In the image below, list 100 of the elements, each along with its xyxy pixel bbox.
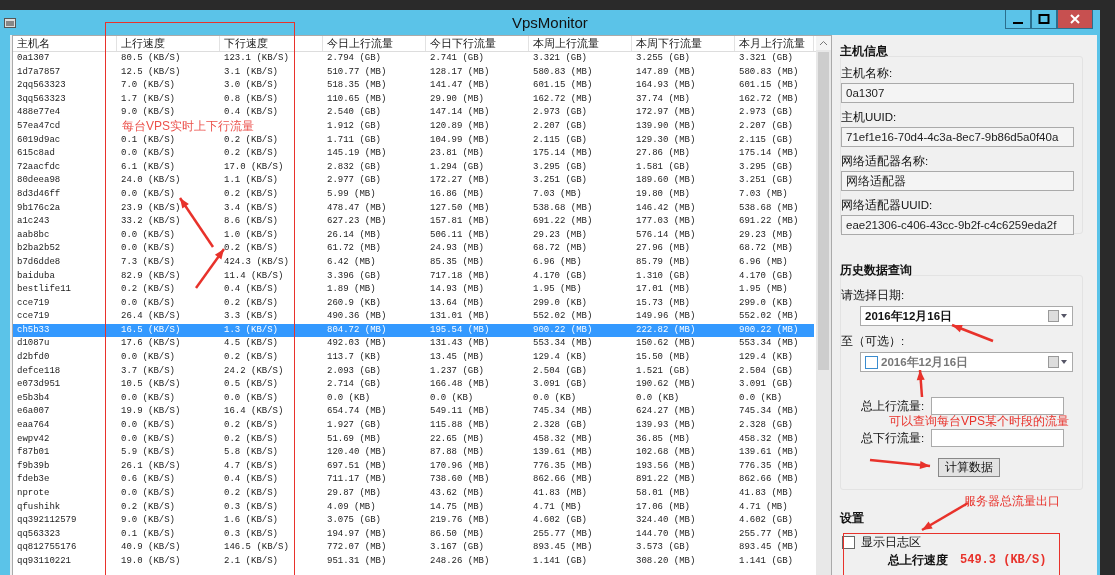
table-cell[interactable]: 14.75 (MB) — [426, 500, 529, 515]
table-cell[interactable]: 3.091 (GB) — [529, 378, 632, 392]
table-cell[interactable]: 29.90 (MB) — [426, 92, 529, 107]
table-cell[interactable]: 24.0 (KB/S) — [117, 174, 220, 188]
table-cell[interactable]: 0.2 (KB/S) — [220, 242, 323, 256]
table-cell[interactable]: 1d7a7857 — [13, 65, 117, 80]
table-cell[interactable]: 51.69 (MB) — [323, 432, 426, 447]
table-cell[interactable]: 0a1307 — [13, 52, 117, 66]
table-cell[interactable]: 139.61 (MB) — [529, 446, 632, 460]
table-cell[interactable]: f87b01 — [13, 446, 117, 460]
table-cell[interactable]: 2.504 (GB) — [529, 364, 632, 379]
table-cell[interactable]: 194.97 (MB) — [323, 527, 426, 542]
table-cell[interactable]: aab8bc — [13, 228, 117, 243]
table-cell[interactable]: 0.2 (KB/S) — [220, 296, 323, 311]
table-cell[interactable]: 601.15 (MB) — [529, 79, 632, 93]
table-cell[interactable]: qq392112579 — [13, 514, 117, 528]
table-cell[interactable]: 9.0 (KB/S) — [117, 514, 220, 528]
table-cell[interactable]: 3qq563323 — [13, 92, 117, 107]
table-cell[interactable]: 146.5 (KB/S) — [220, 541, 323, 555]
table-cell[interactable]: 776.35 (MB) — [529, 459, 632, 474]
table-cell[interactable]: 189.60 (MB) — [632, 174, 735, 188]
column-header[interactable]: 本月上行流量 — [735, 36, 814, 51]
table-cell[interactable]: 27.96 (MB) — [632, 242, 735, 256]
table-cell[interactable]: 1.294 (GB) — [426, 160, 529, 175]
table-cell[interactable]: 0.3 (KB/S) — [220, 500, 323, 515]
table-cell[interactable]: 2.328 (GB) — [735, 419, 814, 433]
table-cell[interactable]: 172.97 (MB) — [632, 106, 735, 120]
table-cell[interactable]: 0.0 (KB/S) — [117, 487, 220, 501]
table-cell[interactable]: 654.74 (MB) — [323, 405, 426, 420]
table-cell[interactable]: 9b176c2a — [13, 201, 117, 216]
table-cell[interactable]: 3.251 (GB) — [735, 174, 814, 188]
table-cell[interactable]: 0.2 (KB/S) — [220, 187, 323, 202]
table-cell[interactable]: 162.72 (MB) — [529, 92, 632, 107]
table-cell[interactable]: d2bfd0 — [13, 351, 117, 365]
table-cell[interactable]: 711.17 (MB) — [323, 473, 426, 487]
table-cell[interactable]: 120.89 (MB) — [426, 119, 529, 134]
table-cell[interactable]: 0.0 (KB/S) — [117, 228, 220, 243]
table-cell[interactable]: 3.0 (KB/S) — [220, 79, 323, 93]
table-cell[interactable]: 0.2 (KB/S) — [220, 432, 323, 447]
table-cell[interactable]: 0.0 (KB/S) — [117, 147, 220, 161]
table-cell[interactable]: 19.9 (KB/S) — [117, 405, 220, 420]
table-cell[interactable]: 4.602 (GB) — [529, 514, 632, 528]
table-cell[interactable]: 115.88 (MB) — [426, 419, 529, 433]
table-cell[interactable]: baiduba — [13, 269, 117, 284]
table-cell[interactable]: 68.72 (MB) — [529, 242, 632, 256]
date-picker[interactable]: 2016年12月16日 — [860, 352, 1073, 372]
table-cell[interactable]: 951.31 (MB) — [323, 554, 426, 569]
table-cell[interactable]: 29.23 (MB) — [529, 228, 632, 243]
table-cell[interactable]: 3.091 (GB) — [735, 378, 814, 392]
table-cell[interactable]: 10.5 (KB/S) — [117, 378, 220, 392]
table-cell[interactable]: 58.01 (MB) — [632, 487, 735, 501]
table-cell[interactable]: 23.81 (MB) — [426, 147, 529, 161]
table-cell[interactable]: 745.34 (MB) — [735, 405, 814, 420]
table-cell[interactable]: 6.96 (MB) — [735, 255, 814, 270]
table-cell[interactable]: 86.50 (MB) — [426, 527, 529, 542]
table-cell[interactable]: 490.36 (MB) — [323, 310, 426, 324]
table-cell[interactable]: 2.115 (GB) — [735, 133, 814, 148]
table-cell[interactable]: eaa764 — [13, 419, 117, 433]
table-cell[interactable]: 2.977 (GB) — [323, 174, 426, 188]
table-cell[interactable]: 2.115 (GB) — [529, 133, 632, 148]
table-cell[interactable]: 3.7 (KB/S) — [117, 364, 220, 379]
table-cell[interactable]: 16.4 (KB/S) — [220, 405, 323, 420]
table-cell[interactable]: 772.07 (MB) — [323, 541, 426, 555]
table-cell[interactable]: 1.912 (GB) — [323, 119, 426, 134]
table-cell[interactable]: 538.68 (MB) — [735, 201, 814, 216]
table-cell[interactable]: 82.9 (KB/S) — [117, 269, 220, 284]
table-cell[interactable]: 120.40 (MB) — [323, 446, 426, 460]
table-cell[interactable]: 7.03 (MB) — [735, 187, 814, 202]
table-cell[interactable]: 164.93 (MB) — [632, 79, 735, 93]
table-cell[interactable]: 0.0 (KB) — [632, 391, 735, 406]
table-cell[interactable]: 1.6 (KB/S) — [220, 514, 323, 528]
table-cell[interactable]: 27.86 (MB) — [632, 147, 735, 161]
table-cell[interactable]: 131.43 (MB) — [426, 337, 529, 352]
column-header[interactable]: 本周下行流量 — [632, 36, 735, 51]
table-cell[interactable]: 299.0 (KB) — [735, 296, 814, 311]
table-cell[interactable]: 4.71 (MB) — [735, 500, 814, 515]
table-cell[interactable]: fdeb3e — [13, 473, 117, 487]
table-cell[interactable]: 1.95 (MB) — [529, 283, 632, 297]
table-cell[interactable]: 0.2 (KB/S) — [220, 351, 323, 365]
table-cell[interactable]: f9b39b — [13, 459, 117, 474]
table-cell[interactable]: 580.83 (MB) — [735, 65, 814, 80]
column-header[interactable]: 主机名 — [13, 36, 117, 51]
table-cell[interactable]: 141.47 (MB) — [426, 79, 529, 93]
table-cell[interactable]: 576.14 (MB) — [632, 228, 735, 243]
column-header[interactable]: 今日下行流量 — [426, 36, 529, 51]
checkbox-label[interactable]: 显示日志区 — [861, 535, 921, 549]
table-cell[interactable]: 2.540 (GB) — [323, 106, 426, 120]
table-cell[interactable]: 458.32 (MB) — [735, 432, 814, 447]
table-cell[interactable]: 139.61 (MB) — [735, 446, 814, 460]
table-cell[interactable]: e5b3b4 — [13, 391, 117, 406]
table-cell[interactable]: 7.3 (KB/S) — [117, 255, 220, 270]
table-cell[interactable]: 166.48 (MB) — [426, 378, 529, 392]
table-cell[interactable]: 0.2 (KB/S) — [117, 283, 220, 297]
table-cell[interactable]: qfushihk — [13, 500, 117, 515]
table-cell[interactable]: 552.02 (MB) — [529, 310, 632, 324]
table-cell[interactable]: 41.83 (MB) — [735, 487, 814, 501]
table-cell[interactable]: 0.0 (KB/S) — [117, 391, 220, 406]
table-cell[interactable]: 149.96 (MB) — [632, 310, 735, 324]
table-cell[interactable]: 26.1 (KB/S) — [117, 459, 220, 474]
table-cell[interactable]: 0.8 (KB/S) — [220, 92, 323, 107]
